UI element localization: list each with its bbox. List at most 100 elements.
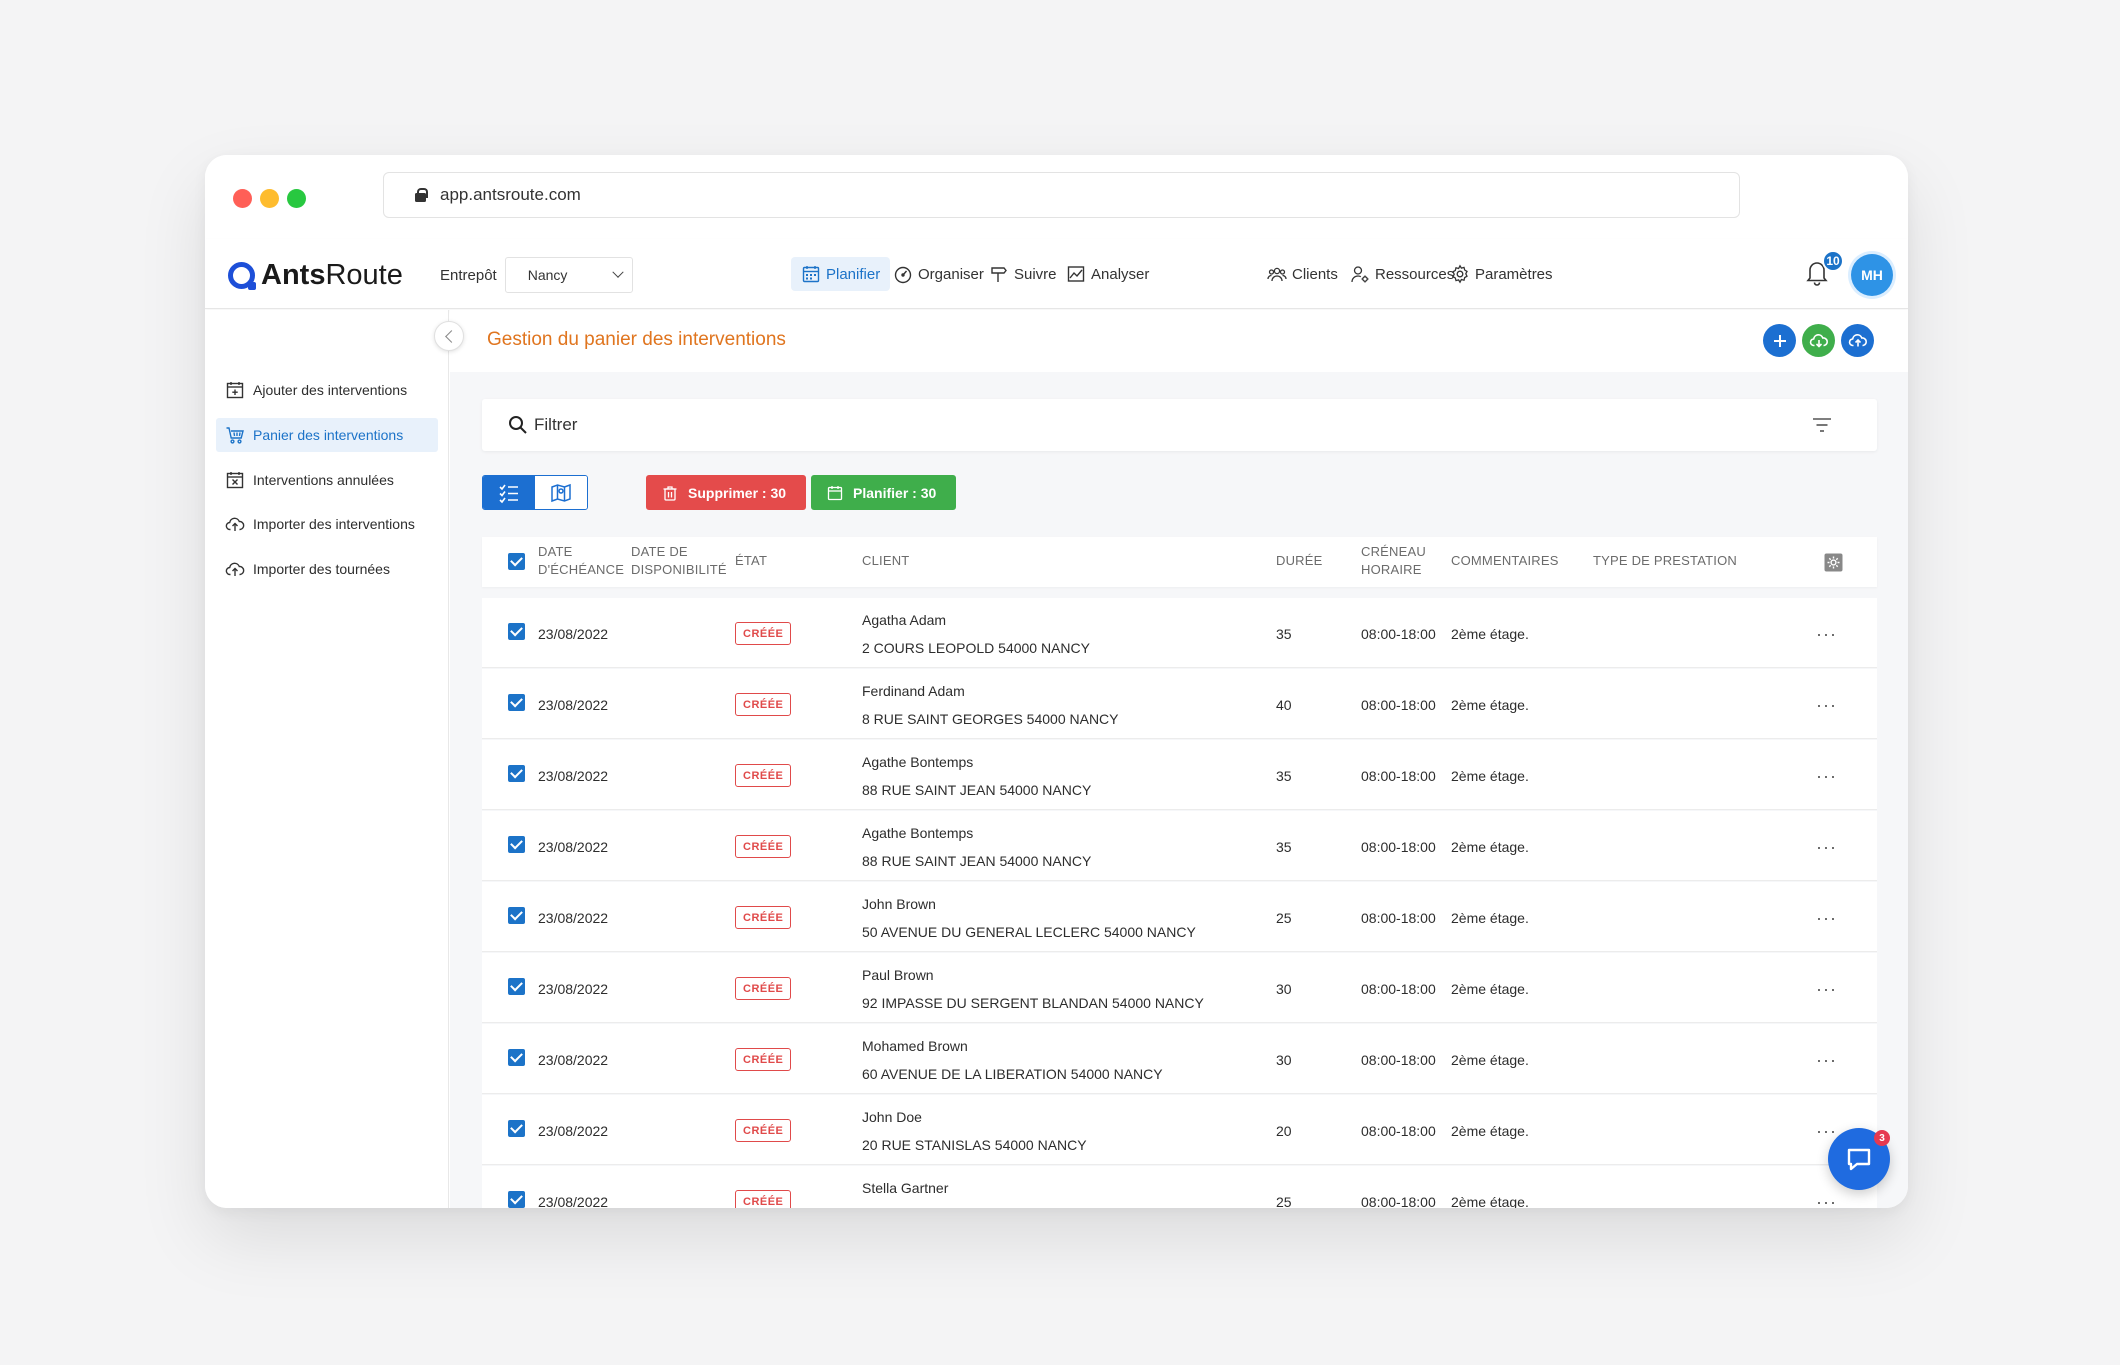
row-menu-button[interactable]: ··· — [1816, 695, 1837, 716]
status-badge: CRÉÉE — [735, 764, 792, 787]
col-comments[interactable]: COMMENTAIRES — [1451, 552, 1559, 570]
add-intervention-button[interactable] — [1763, 324, 1796, 357]
table-row[interactable]: 23/08/2022 CRÉÉE Agathe Bontemps 88 RUE … — [482, 811, 1877, 881]
sidebar: Ajouter des interventions Panier des int… — [205, 310, 449, 1208]
filter-icon[interactable] — [1812, 417, 1832, 433]
client-address: 20 RUE STANISLAS 54000 NANCY — [862, 1137, 1087, 1153]
collapse-sidebar-button[interactable] — [434, 321, 464, 351]
plan-button[interactable]: Planifier : 30 — [811, 475, 957, 510]
nav-track[interactable]: Suivre — [979, 257, 1067, 291]
list-view-button[interactable] — [483, 476, 535, 509]
column-settings-icon[interactable] — [1824, 553, 1843, 572]
row-checkbox[interactable] — [508, 1049, 525, 1066]
table-row[interactable]: 23/08/2022 CRÉÉE Stella Gartner 25 08:00… — [482, 1166, 1877, 1208]
row-checkbox[interactable] — [508, 765, 525, 782]
table-row[interactable]: 23/08/2022 CRÉÉE John Brown 50 AVENUE DU… — [482, 882, 1877, 952]
table-header: DATE D'ÉCHÉANCE DATE DE DISPONIBILITÉ ÉTAT… — [482, 537, 1877, 587]
client-name: John Doe — [862, 1109, 922, 1125]
avatar[interactable]: MH — [1851, 254, 1893, 296]
table-row[interactable]: 23/08/2022 CRÉÉE Paul Brown 92 IMPASSE D… — [482, 953, 1877, 1023]
row-checkbox[interactable] — [508, 1191, 525, 1208]
row-menu-button[interactable]: ··· — [1816, 837, 1837, 858]
select-all-checkbox[interactable] — [508, 553, 525, 570]
duration: 25 — [1276, 1194, 1292, 1208]
sidebar-item-label: Ajouter des interventions — [253, 382, 408, 398]
calendar-plus-icon — [226, 382, 244, 399]
col-availability-date[interactable]: DATE DE DISPONIBILITÉ — [631, 543, 727, 579]
row-checkbox[interactable] — [508, 836, 525, 853]
sidebar-item-import-interventions[interactable]: Importer des interventions — [216, 507, 438, 541]
row-menu-button[interactable]: ··· — [1816, 908, 1837, 929]
time-slot: 08:00-18:00 — [1361, 1123, 1436, 1139]
status-badge: CRÉÉE — [735, 1048, 792, 1071]
chevron-left-icon — [444, 329, 458, 343]
col-due-date[interactable]: DATE D'ÉCHÉANCE — [538, 543, 624, 579]
col-time-slot[interactable]: CRÉNEAU HORAIRE — [1361, 543, 1426, 579]
nav-settings[interactable]: Paramètres — [1440, 257, 1563, 291]
col-client[interactable]: CLIENT — [862, 552, 909, 570]
address-bar[interactable]: app.antsroute.com — [383, 172, 1740, 218]
status-badge: CRÉÉE — [735, 906, 792, 929]
table-row[interactable]: 23/08/2022 CRÉÉE Mohamed Brown 60 AVENUE… — [482, 1024, 1877, 1094]
nav-clients-label: Clients — [1292, 265, 1338, 283]
row-menu-button[interactable]: ··· — [1816, 1192, 1837, 1208]
browser-window: app.antsroute.com Ants Route Entrepôt Nan… — [205, 155, 1908, 1208]
table-row[interactable]: 23/08/2022 CRÉÉE Ferdinand Adam 8 RUE SA… — [482, 669, 1877, 739]
chart-icon — [1067, 266, 1085, 282]
row-checkbox[interactable] — [508, 978, 525, 995]
maximize-window-button[interactable] — [287, 189, 306, 208]
sidebar-item-import-routes[interactable]: Importer des tournées — [216, 552, 438, 586]
table-row[interactable]: 23/08/2022 CRÉÉE Agatha Adam 2 COURS LEO… — [482, 598, 1877, 668]
nav-analyze-label: Analyser — [1091, 265, 1150, 283]
row-checkbox[interactable] — [508, 1120, 525, 1137]
warehouse-select[interactable]: Nancy — [504, 257, 633, 293]
logo-text-bold: Ants — [261, 258, 326, 291]
table-row[interactable]: 23/08/2022 CRÉÉE Agathe Bontemps 88 RUE … — [482, 740, 1877, 810]
export-button[interactable] — [1841, 324, 1874, 357]
nav-organize[interactable]: Organiser — [883, 257, 994, 291]
table-row[interactable]: 23/08/2022 CRÉÉE John Doe 20 RUE STANISL… — [482, 1095, 1877, 1165]
filter-bar[interactable]: Filtrer — [482, 399, 1877, 451]
client-name: Ferdinand Adam — [862, 683, 965, 699]
row-menu-button[interactable]: ··· — [1816, 1050, 1837, 1071]
row-checkbox[interactable] — [508, 623, 525, 640]
actions-toolbar: Supprimer : 30 Planifier : 30 — [482, 475, 957, 510]
row-checkbox[interactable] — [508, 907, 525, 924]
view-toggle — [482, 475, 588, 510]
sidebar-item-label: Panier des interventions — [253, 427, 404, 443]
calendar-x-icon — [226, 472, 244, 489]
comment: 2ème étage. — [1451, 839, 1529, 855]
filter-input[interactable]: Filtrer — [534, 415, 577, 435]
user-gear-icon — [1351, 266, 1369, 283]
interventions-table: DATE D'ÉCHÉANCE DATE DE DISPONIBILITÉ ÉTAT… — [482, 537, 1877, 1208]
cart-icon — [226, 427, 244, 444]
chat-bubble-icon — [1847, 1148, 1871, 1171]
close-window-button[interactable] — [233, 189, 252, 208]
client-name: John Brown — [862, 896, 936, 912]
nav-analyze[interactable]: Analyser — [1056, 257, 1159, 291]
row-menu-button[interactable]: ··· — [1816, 766, 1837, 787]
sidebar-item-cancelled-interventions[interactable]: Interventions annulées — [216, 463, 438, 497]
sidebar-item-add-interventions[interactable]: Ajouter des interventions — [216, 373, 438, 407]
minimize-window-button[interactable] — [260, 189, 279, 208]
row-checkbox[interactable] — [508, 694, 525, 711]
nav-plan[interactable]: Planifier — [791, 257, 891, 291]
client-name: Stella Gartner — [862, 1180, 949, 1196]
import-button[interactable] — [1802, 324, 1835, 357]
col-state[interactable]: ÉTAT — [735, 552, 767, 570]
cloud-upload-icon — [1848, 333, 1867, 346]
delete-button[interactable]: Supprimer : 30 — [646, 475, 807, 510]
antsroute-logo[interactable]: Ants Route — [228, 257, 403, 293]
lock-icon — [414, 188, 428, 202]
time-slot: 08:00-18:00 — [1361, 768, 1436, 784]
map-view-button[interactable] — [535, 476, 587, 509]
row-menu-button[interactable]: ··· — [1816, 624, 1837, 645]
duration: 35 — [1276, 626, 1292, 642]
col-service-type[interactable]: TYPE DE PRESTATION — [1593, 552, 1737, 570]
row-menu-button[interactable]: ··· — [1816, 979, 1837, 1000]
status-badge: CRÉÉE — [735, 622, 792, 645]
col-duration[interactable]: DURÉE — [1276, 552, 1323, 570]
cloud-download-icon — [1809, 333, 1828, 348]
sidebar-item-interventions-basket[interactable]: Panier des interventions — [216, 418, 438, 452]
nav-clients[interactable]: Clients — [1257, 257, 1348, 291]
